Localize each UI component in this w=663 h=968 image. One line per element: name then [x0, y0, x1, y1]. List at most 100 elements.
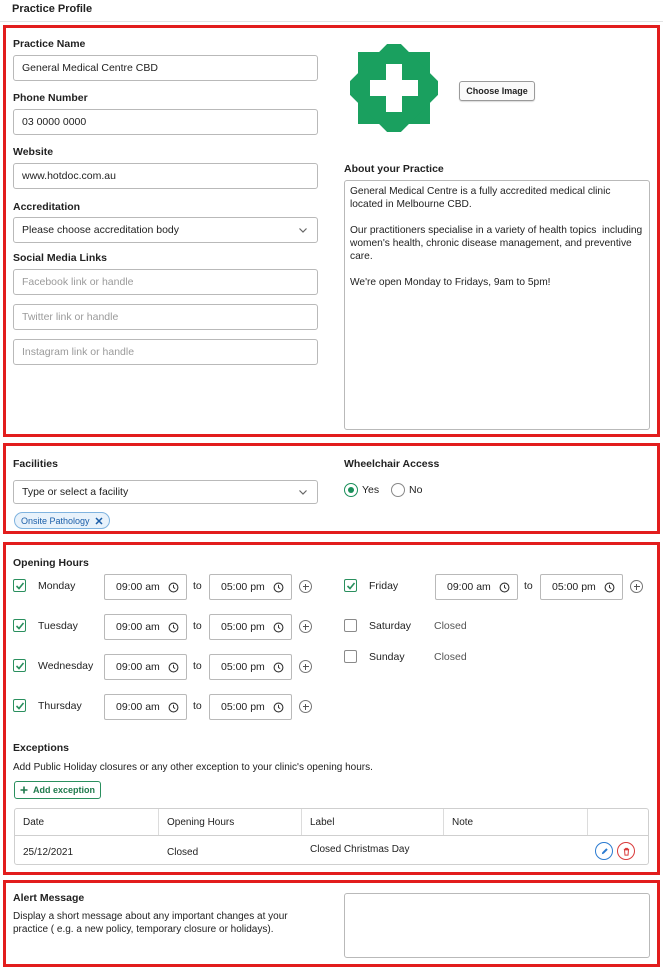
close-icon[interactable] [95, 516, 103, 525]
checkmark-icon [346, 581, 355, 590]
wheelchair-yes-label: Yes [362, 484, 380, 496]
practice-name-label: Practice Name [13, 38, 86, 50]
tuesday-checkbox[interactable] [13, 619, 26, 632]
tuesday-add-hours-plus-icon[interactable] [299, 620, 312, 633]
facebook-input[interactable]: Facebook link or handle [13, 269, 318, 295]
alert-message-textarea[interactable] [344, 893, 650, 958]
wednesday-open-value: 09:00 am [116, 661, 160, 673]
friday-open-time[interactable]: 09:00 am [435, 574, 518, 600]
friday-checkbox[interactable] [344, 579, 357, 592]
table-header-date: Date [15, 809, 159, 835]
checkmark-icon [15, 621, 24, 630]
to-label: to [193, 660, 202, 672]
saturday-label: Saturday [369, 620, 412, 632]
exceptions-description: Add Public Holiday closures or any other… [13, 762, 373, 773]
wednesday-close-time[interactable]: 05:00 pm [209, 654, 292, 680]
wednesday-add-hours-plus-icon[interactable] [299, 660, 312, 673]
practice-name-input[interactable]: General Medical Centre CBD [13, 55, 318, 81]
clock-icon [273, 702, 284, 713]
tuesday-open-value: 09:00 am [116, 621, 160, 633]
thursday-open-time[interactable]: 09:00 am [104, 694, 187, 720]
clock-icon [604, 582, 615, 593]
clock-icon [273, 622, 284, 633]
monday-close-value: 05:00 pm [221, 581, 265, 593]
twitter-input[interactable]: Twitter link or handle [13, 304, 318, 330]
chevron-down-icon [299, 228, 307, 233]
thursday-add-hours-plus-icon[interactable] [299, 700, 312, 713]
wheelchair-no-radio[interactable] [391, 483, 405, 497]
facebook-placeholder: Facebook link or handle [22, 276, 134, 288]
facility-chip: Onsite Pathology [14, 512, 110, 529]
plus-icon [20, 786, 28, 794]
thursday-close-time[interactable]: 05:00 pm [209, 694, 292, 720]
tuesday-close-time[interactable]: 05:00 pm [209, 614, 292, 640]
thursday-checkbox[interactable] [13, 699, 26, 712]
sunday-status: Closed [434, 651, 467, 663]
friday-close-time[interactable]: 05:00 pm [540, 574, 623, 600]
exceptions-table: Date Opening Hours Label Note 25/12/2021… [14, 808, 649, 865]
facility-select[interactable]: Type or select a facility [13, 480, 318, 504]
saturday-checkbox[interactable] [344, 619, 357, 632]
checkmark-icon [15, 581, 24, 590]
edit-exception-button[interactable] [595, 842, 613, 860]
tuesday-open-time[interactable]: 09:00 am [104, 614, 187, 640]
accreditation-select[interactable]: Please choose accreditation body [13, 217, 318, 243]
clock-icon [168, 582, 179, 593]
delete-exception-button[interactable] [617, 842, 635, 860]
header-divider [0, 21, 663, 22]
instagram-placeholder: Instagram link or handle [22, 346, 135, 358]
monday-add-hours-plus-icon[interactable] [299, 580, 312, 593]
facility-placeholder: Type or select a facility [22, 486, 129, 498]
monday-open-time[interactable]: 09:00 am [104, 574, 187, 600]
clock-icon [499, 582, 510, 593]
saturday-status: Closed [434, 620, 467, 632]
alert-message-description: Display a short message about any import… [13, 911, 288, 935]
row-note [444, 836, 588, 864]
add-exception-button[interactable]: Add exception [14, 781, 101, 799]
monday-close-time[interactable]: 05:00 pm [209, 574, 292, 600]
to-label: to [193, 700, 202, 712]
sunday-checkbox[interactable] [344, 650, 357, 663]
clock-icon [273, 662, 284, 673]
website-input[interactable]: www.hotdoc.com.au [13, 163, 318, 189]
sunday-label: Sunday [369, 651, 405, 663]
twitter-placeholder: Twitter link or handle [22, 311, 119, 323]
wednesday-label: Wednesday [38, 660, 94, 672]
thursday-open-value: 09:00 am [116, 701, 160, 713]
friday-close-value: 05:00 pm [552, 581, 596, 593]
about-practice-label: About your Practice [344, 163, 444, 175]
friday-add-hours-plus-icon[interactable] [630, 580, 643, 593]
phone-number-value: 03 0000 0000 [22, 116, 87, 128]
clock-icon [168, 702, 179, 713]
row-date: 25/12/2021 [23, 846, 74, 858]
instagram-input[interactable]: Instagram link or handle [13, 339, 318, 365]
thursday-label: Thursday [38, 700, 82, 712]
phone-number-input[interactable]: 03 0000 0000 [13, 109, 318, 135]
to-label: to [193, 620, 202, 632]
wheelchair-yes-radio[interactable] [344, 483, 358, 497]
to-label: to [524, 580, 533, 592]
website-value: www.hotdoc.com.au [22, 170, 116, 182]
about-practice-textarea[interactable]: General Medical Centre is a fully accred… [344, 180, 650, 430]
friday-label: Friday [369, 580, 399, 592]
logo-cross-horizontal [370, 80, 418, 96]
row-label: Closed Christmas Day [310, 843, 410, 855]
add-exception-label: Add exception [32, 785, 95, 795]
facilities-label: Facilities [13, 458, 58, 470]
accreditation-label: Accreditation [13, 201, 81, 213]
wednesday-close-value: 05:00 pm [221, 661, 265, 673]
opening-hours-label: Opening Hours [13, 557, 89, 569]
monday-checkbox[interactable] [13, 579, 26, 592]
chevron-down-icon [299, 490, 307, 495]
monday-open-value: 09:00 am [116, 581, 160, 593]
wednesday-open-time[interactable]: 09:00 am [104, 654, 187, 680]
to-label: to [193, 580, 202, 592]
table-header-note: Note [444, 809, 588, 835]
choose-image-button[interactable]: Choose Image [459, 81, 535, 101]
monday-label: Monday [38, 580, 76, 592]
wednesday-checkbox[interactable] [13, 659, 26, 672]
practice-name-value: General Medical Centre CBD [22, 62, 158, 74]
table-header-label: Label [302, 809, 444, 835]
facility-chip-label: Onsite Pathology [21, 515, 90, 526]
row-opening-hours: Closed [167, 846, 199, 858]
